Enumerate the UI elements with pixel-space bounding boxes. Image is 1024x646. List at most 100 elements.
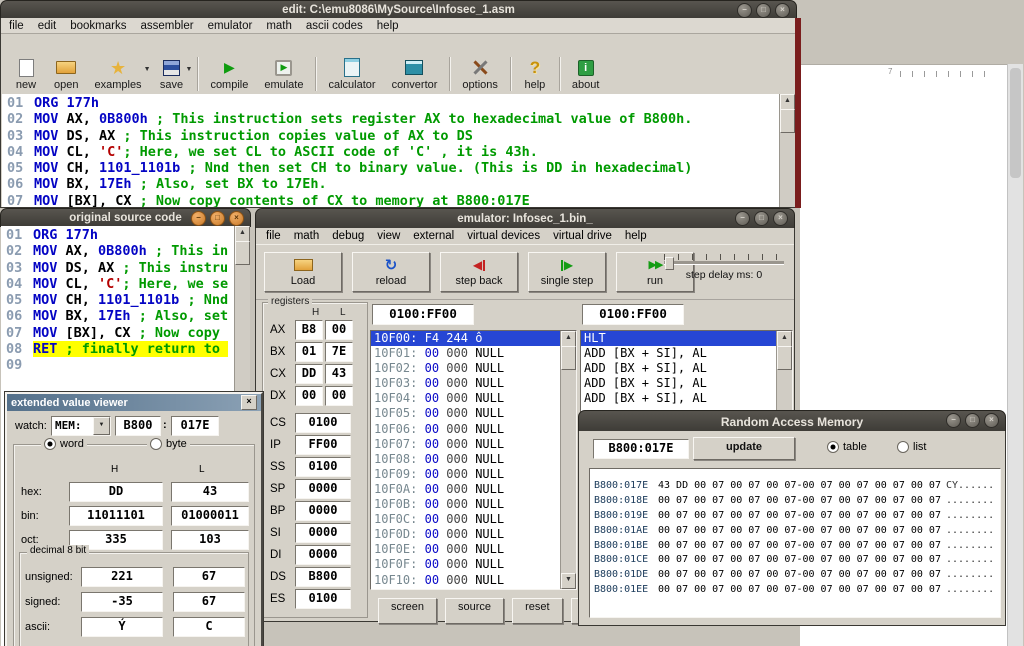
disasm-row[interactable]: ADD [BX + SI], AL xyxy=(581,376,777,391)
scrollbar-thumb[interactable] xyxy=(1010,68,1021,178)
decimal-unsigned--low-value[interactable]: 67 xyxy=(173,567,245,587)
memory-row[interactable]: 10F08: 00 000 NULL xyxy=(371,452,561,467)
disasm-row[interactable]: ADD [BX + SI], AL xyxy=(581,346,777,361)
ram-titlebar[interactable]: Random Access Memory xyxy=(578,410,1006,432)
value-oct--low-value[interactable]: 103 xyxy=(171,530,249,550)
menu-file[interactable]: file xyxy=(9,20,24,32)
code-line-04[interactable]: 04MOV CL, 'C'; Here, we se xyxy=(1,276,235,292)
original-source-titlebar[interactable]: original source code xyxy=(0,208,251,227)
register-CX-high[interactable]: DD xyxy=(295,364,323,384)
register-IP-value[interactable]: FF00 xyxy=(295,435,351,455)
memory-row[interactable]: 10F0B: 00 000 NULL xyxy=(371,497,561,512)
open-button[interactable]: open xyxy=(46,53,86,95)
memory-dump-row[interactable]: B800:01DE00 07 00 07 00 07 00 07-00 07 0… xyxy=(594,568,998,583)
memory-dump-row[interactable]: B800:017E43 DD 00 07 00 07 00 07-00 07 0… xyxy=(594,479,998,494)
compile-button[interactable]: compile xyxy=(202,53,256,95)
screen-button[interactable]: screen xyxy=(378,598,437,624)
register-SP-value[interactable]: 0000 xyxy=(295,479,351,499)
slider-thumb[interactable] xyxy=(665,257,674,270)
memory-row[interactable]: 10F06: 00 000 NULL xyxy=(371,422,561,437)
save-button[interactable]: save xyxy=(152,53,192,95)
emulate-button[interactable]: emulate xyxy=(256,53,311,95)
convertor-button[interactable]: convertor xyxy=(384,53,446,95)
code-line-06[interactable]: 06MOV BX, 17Eh ; Also, set xyxy=(1,308,235,324)
disassembly-address-field[interactable]: 0100:FF00 xyxy=(582,304,684,325)
memory-row[interactable]: 10F01: 00 000 NULL xyxy=(371,346,561,361)
code-line-05[interactable]: 05MOV CH, 1101_1101b ; Nnd xyxy=(1,292,235,308)
minimize-button[interactable] xyxy=(946,413,961,428)
ram-address-field[interactable]: B800:017E xyxy=(593,439,689,459)
list-radio[interactable]: list xyxy=(897,441,926,453)
offset-field[interactable]: 017E xyxy=(171,416,219,436)
examples-button[interactable]: examples xyxy=(86,53,149,95)
close-button[interactable] xyxy=(984,413,999,428)
maximize-button[interactable] xyxy=(754,211,769,226)
register-BP-value[interactable]: 0000 xyxy=(295,501,351,521)
register-ES-value[interactable]: 0100 xyxy=(295,589,351,609)
register-DI-value[interactable]: 0000 xyxy=(295,545,351,565)
save-dropdown-arrow[interactable]: ▼ xyxy=(186,66,193,73)
register-BX-high[interactable]: 01 xyxy=(295,342,323,362)
register-DS-value[interactable]: B800 xyxy=(295,567,351,587)
close-button[interactable] xyxy=(775,3,790,18)
memory-dump-row[interactable]: B800:01BE00 07 00 07 00 07 00 07-00 07 0… xyxy=(594,539,998,554)
memory-row[interactable]: 10F04: 00 000 NULL xyxy=(371,391,561,406)
scroll-up-arrow-icon[interactable] xyxy=(780,94,795,110)
decimal-ascii--high-value[interactable]: Ý xyxy=(81,617,163,637)
table-radio[interactable]: table xyxy=(827,441,867,453)
register-AX-high[interactable]: B8 xyxy=(295,320,323,340)
code-line-06[interactable]: 06MOV BX, 17Eh ; Also, set BX to 17Eh. xyxy=(2,176,779,192)
maximize-button[interactable] xyxy=(756,3,771,18)
memory-dump-listbox[interactable]: B800:017E43 DD 00 07 00 07 00 07-00 07 0… xyxy=(589,468,1001,618)
memory-scrollbar[interactable] xyxy=(560,331,576,589)
watch-source-select[interactable]: MEM: xyxy=(51,416,111,436)
memory-row[interactable]: 10F00: F4 244 ô xyxy=(371,331,561,346)
edit-code-area[interactable]: 01ORG 177h02MOV AX, 0B800h ; This instru… xyxy=(2,94,795,207)
byte-radio[interactable]: byte xyxy=(147,438,190,450)
memory-row[interactable]: 10F0E: 00 000 NULL xyxy=(371,542,561,557)
register-SS-value[interactable]: 0100 xyxy=(295,457,351,477)
help-button[interactable]: help xyxy=(515,53,555,95)
maximize-button[interactable] xyxy=(965,413,980,428)
edit-code-scrollbar[interactable] xyxy=(779,94,795,207)
minimize-button[interactable] xyxy=(191,211,206,226)
load-button[interactable]: Load xyxy=(264,252,342,292)
decimal-unsigned--high-value[interactable]: 221 xyxy=(81,567,163,587)
reset-button[interactable]: reset xyxy=(512,598,562,624)
scrollbar-thumb[interactable] xyxy=(235,241,250,265)
code-line-02[interactable]: 02MOV AX, 0B800h ; This in xyxy=(1,243,235,259)
memory-address-field[interactable]: 0100:FF00 xyxy=(372,304,474,325)
register-SI-value[interactable]: 0000 xyxy=(295,523,351,543)
value-bin--high-value[interactable]: 11011101 xyxy=(69,506,163,526)
slider-track[interactable] xyxy=(664,261,784,265)
menu-assembler[interactable]: assembler xyxy=(141,20,194,32)
decimal-signed--low-value[interactable]: 67 xyxy=(173,592,245,612)
maximize-button[interactable] xyxy=(210,211,225,226)
menu-edit[interactable]: edit xyxy=(38,20,57,32)
about-button[interactable]: about xyxy=(564,53,608,95)
decimal-ascii--low-value[interactable]: C xyxy=(173,617,245,637)
single-step-button[interactable]: single step xyxy=(528,252,606,292)
memory-row[interactable]: 10F07: 00 000 NULL xyxy=(371,437,561,452)
scroll-up-arrow-icon[interactable] xyxy=(777,331,792,347)
calculator-button[interactable]: calculator xyxy=(320,53,383,95)
register-CS-value[interactable]: 0100 xyxy=(295,413,351,433)
memory-row[interactable]: 10F0C: 00 000 NULL xyxy=(371,512,561,527)
word-radio[interactable]: word xyxy=(41,438,87,450)
code-line-07[interactable]: 07MOV [BX], CX ; Now copy xyxy=(1,325,235,341)
minimize-button[interactable] xyxy=(735,211,750,226)
code-line-05[interactable]: 05MOV CH, 1101_1101b ; Nnd then set CH t… xyxy=(2,160,779,176)
menu-bookmarks[interactable]: bookmarks xyxy=(70,20,126,32)
scroll-up-arrow-icon[interactable] xyxy=(235,226,250,242)
source-button[interactable]: source xyxy=(445,598,504,624)
register-AX-low[interactable]: 00 xyxy=(325,320,353,340)
memory-row[interactable]: 10F0A: 00 000 NULL xyxy=(371,482,561,497)
new-button[interactable]: new xyxy=(6,53,46,95)
code-line-01[interactable]: 01ORG 177h xyxy=(2,95,779,111)
scrollbar-thumb[interactable] xyxy=(777,346,792,370)
value-hex--high-value[interactable]: DD xyxy=(69,482,163,502)
memory-dump-row[interactable]: B800:01EE00 07 00 07 00 07 00 07-00 07 0… xyxy=(594,583,998,598)
close-button[interactable] xyxy=(773,211,788,226)
memory-dump-row[interactable]: B800:01CE00 07 00 07 00 07 00 07-00 07 0… xyxy=(594,553,998,568)
background-scrollbar[interactable] xyxy=(1007,64,1023,646)
